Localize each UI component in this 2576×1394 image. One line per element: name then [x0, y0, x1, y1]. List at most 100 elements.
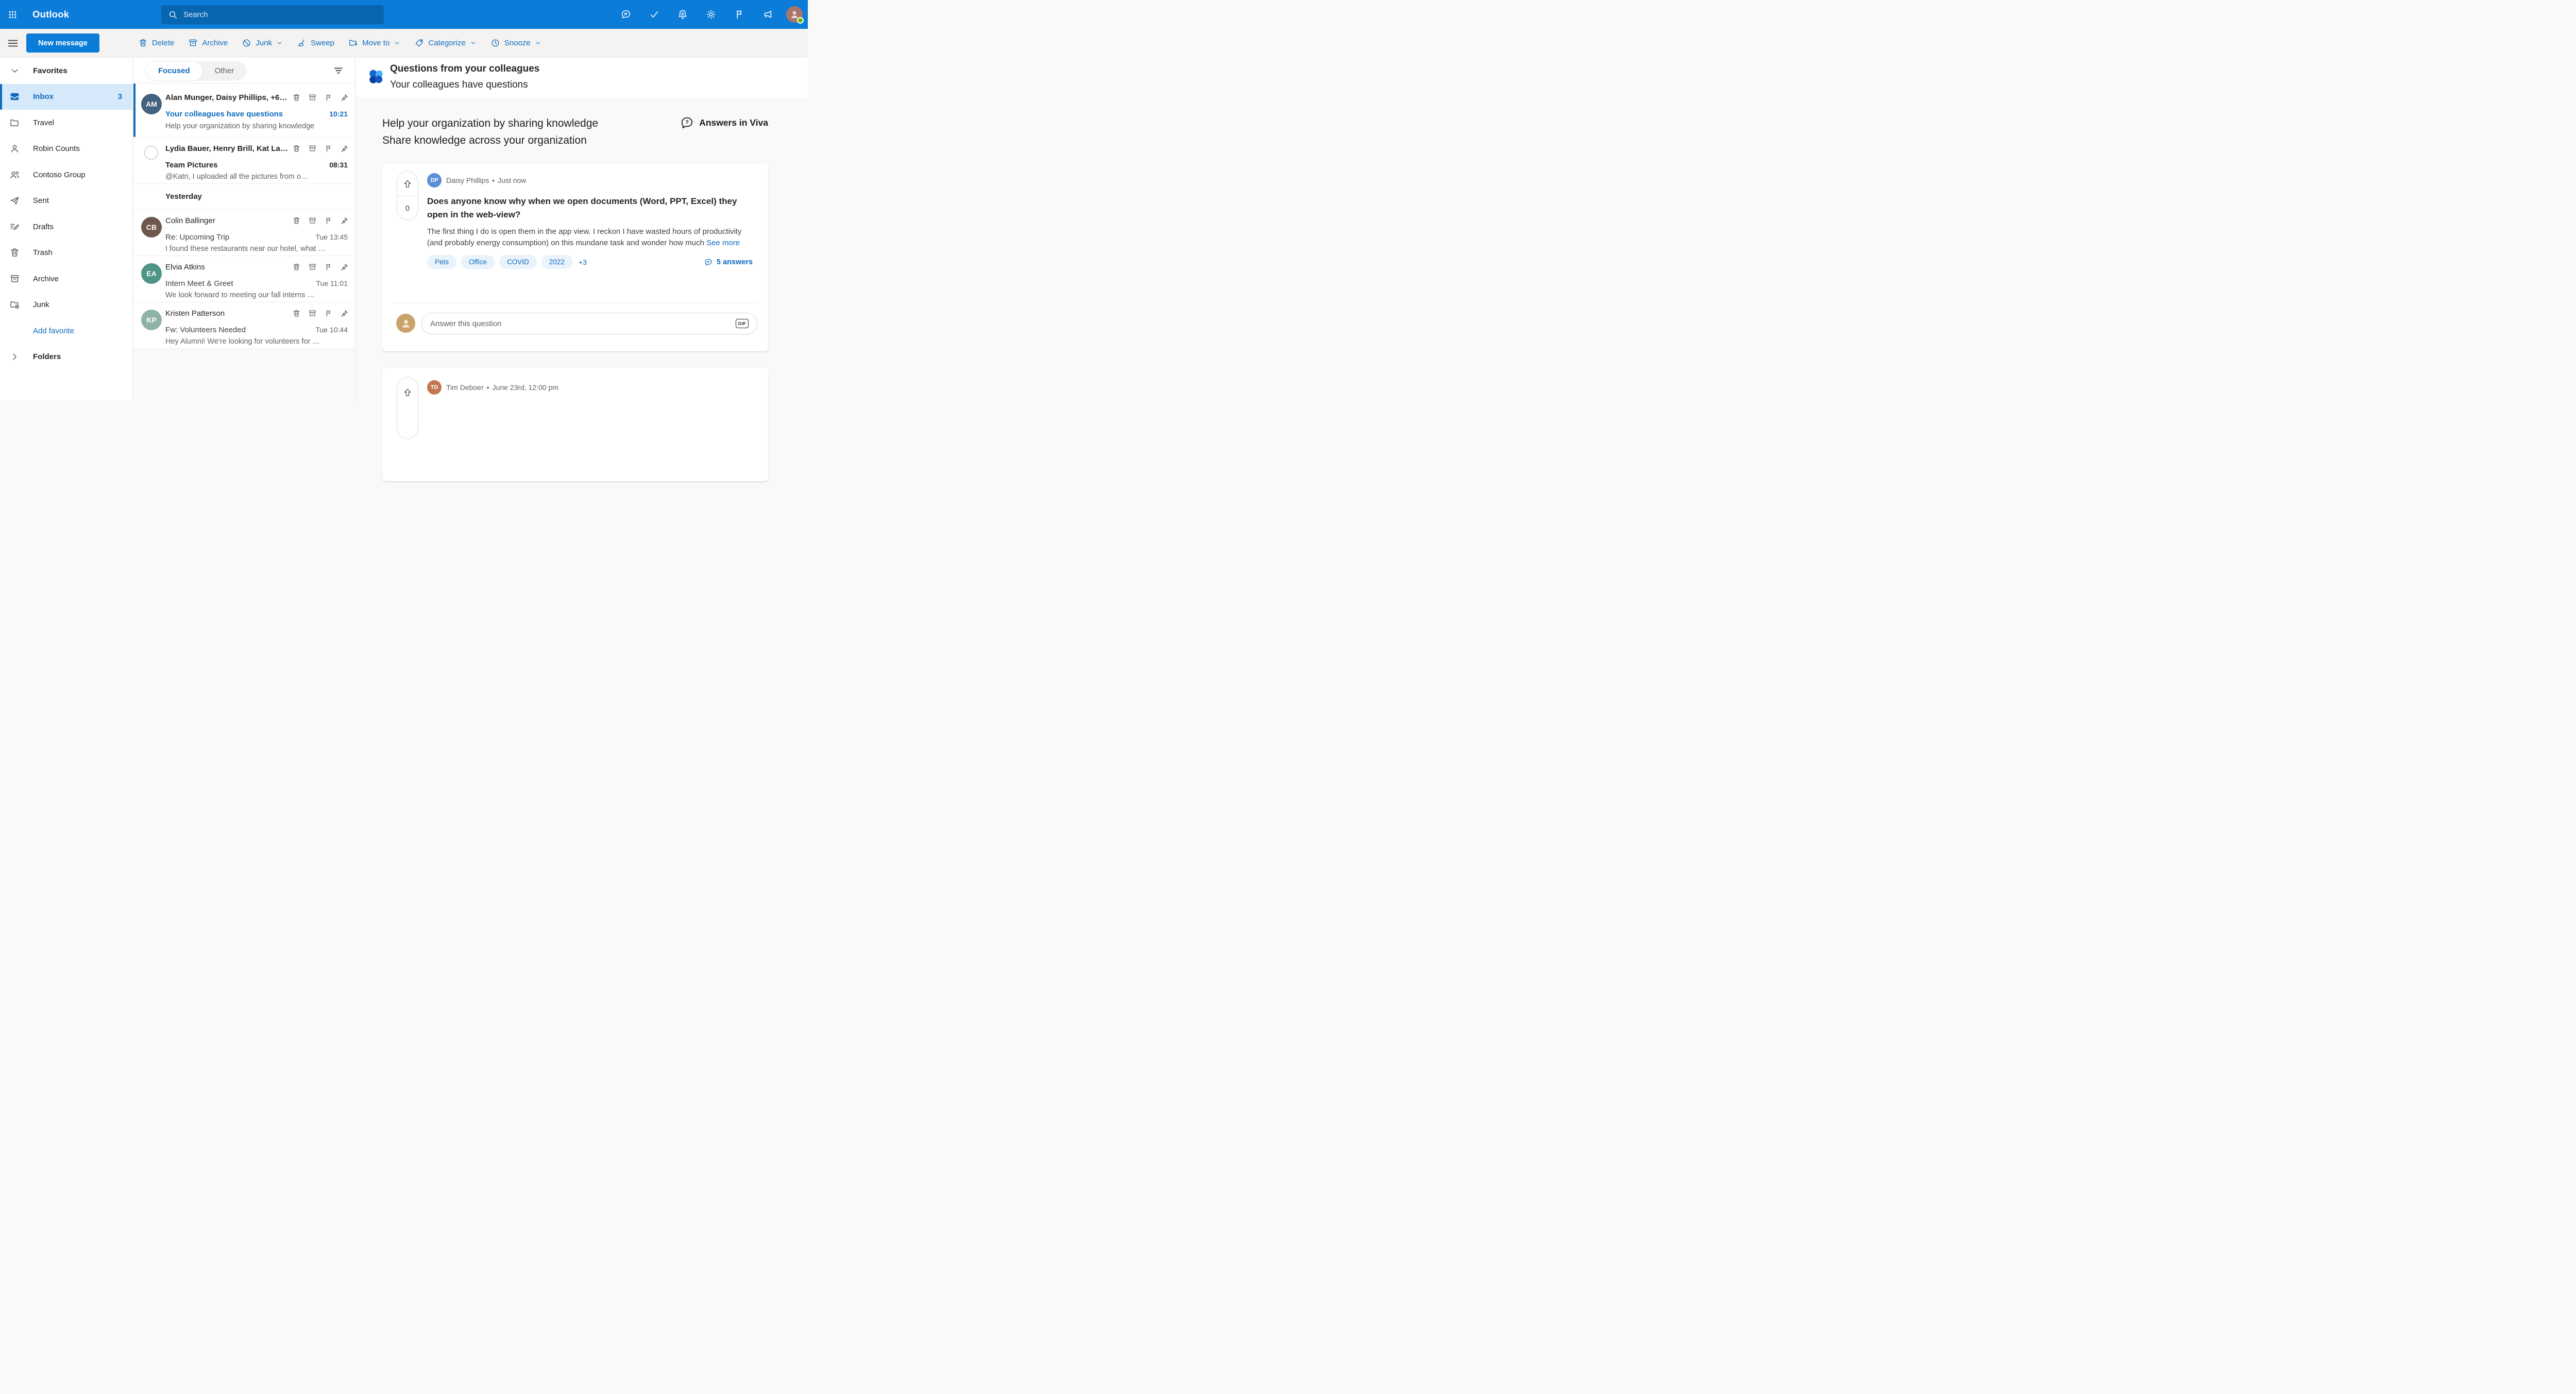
account-avatar[interactable]: [786, 6, 804, 24]
chevron-down-icon: [535, 40, 541, 46]
notifications-bell-icon[interactable]: 8: [673, 5, 692, 24]
answers-link[interactable]: 5 answers: [704, 258, 753, 267]
author-name[interactable]: Daisy Phillips: [446, 176, 489, 184]
sidebar-item-trash[interactable]: Trash: [0, 240, 132, 266]
chat-icon[interactable]: [616, 5, 636, 24]
top-bar-actions: 8: [616, 0, 804, 29]
filter-icon[interactable]: [332, 64, 345, 77]
archive-icon[interactable]: [308, 309, 317, 318]
folders-header[interactable]: Folders: [0, 344, 132, 370]
vote-control: 0: [397, 171, 418, 220]
email-rows: AM Alan Munger, Daisy Phillips, +6… Your…: [133, 83, 355, 349]
sidebar-item-travel[interactable]: Travel: [0, 110, 132, 136]
tag-pill[interactable]: 2022: [541, 255, 572, 269]
pin-icon[interactable]: [340, 93, 349, 102]
unread-count-badge: 3: [117, 92, 122, 101]
row-hover-actions: [292, 263, 349, 271]
answer-input[interactable]: [430, 319, 731, 328]
block-icon: [242, 38, 251, 48]
trash-icon[interactable]: [292, 144, 301, 153]
archive-button[interactable]: Archive: [188, 38, 228, 48]
see-more-link[interactable]: See more: [706, 239, 740, 247]
more-tags-link[interactable]: +3: [579, 258, 587, 266]
email-row[interactable]: EA Elvia Atkins Intern Meet & Greet Tue …: [133, 256, 355, 302]
trash-icon[interactable]: [292, 263, 301, 271]
flag-icon[interactable]: [324, 216, 333, 225]
gif-button[interactable]: GIF: [735, 319, 749, 328]
row-hover-actions: [292, 309, 349, 318]
author-name[interactable]: Tim Deboer: [446, 383, 484, 392]
trash-icon[interactable]: [292, 309, 301, 318]
question-title: Does anyone know why when we open docume…: [427, 196, 737, 219]
pin-icon[interactable]: [340, 309, 349, 318]
app-launcher-button[interactable]: [0, 0, 25, 29]
whats-new-megaphone-icon[interactable]: [758, 5, 777, 24]
drafts-icon: [9, 222, 20, 232]
sidebar-item-inbox[interactable]: Inbox 3: [0, 83, 132, 110]
tag-pill[interactable]: Office: [461, 255, 495, 269]
junk-folder-icon: [9, 299, 20, 310]
upvote-button[interactable]: [397, 378, 418, 407]
pin-icon[interactable]: [340, 216, 349, 225]
pin-icon[interactable]: [340, 263, 349, 271]
sidebar-item-archive[interactable]: Archive: [0, 266, 132, 292]
hamburger-menu-icon[interactable]: [6, 37, 20, 50]
pin-icon[interactable]: [340, 144, 349, 153]
flag-icon[interactable]: [324, 144, 333, 153]
email-row[interactable]: KP Kristen Patterson Fw: Volunteers Need…: [133, 302, 355, 349]
sidebar-item-contoso-group[interactable]: Contoso Group: [0, 162, 132, 188]
message-subtitle: Your colleagues have questions: [390, 79, 528, 90]
search-input[interactable]: [183, 10, 377, 19]
question-meta: Tim Deboer • June 23rd, 12:00 pm: [446, 383, 558, 392]
email-row[interactable]: AM Alan Munger, Daisy Phillips, +6… Your…: [133, 83, 355, 138]
avatar: [396, 314, 415, 333]
trash-icon[interactable]: [292, 216, 301, 225]
sidebar-item-sent[interactable]: Sent: [0, 188, 132, 214]
snooze-button[interactable]: Snooze: [490, 38, 541, 48]
search-bar[interactable]: [161, 5, 384, 24]
upvote-icon: [402, 179, 413, 189]
sweep-button[interactable]: Sweep: [297, 38, 334, 48]
presence-available-dot: [797, 17, 804, 24]
tab-other[interactable]: Other: [202, 61, 247, 80]
favorites-header[interactable]: Favorites: [0, 58, 132, 84]
sidebar-item-robin-counts[interactable]: Robin Counts: [0, 136, 132, 162]
tab-focused[interactable]: Focused: [146, 61, 202, 80]
answer-input-box[interactable]: GIF: [421, 313, 757, 334]
flag-icon[interactable]: [730, 5, 749, 24]
trash-icon[interactable]: [292, 93, 301, 102]
question-meta: Daisy Phillips • Just now: [446, 176, 527, 184]
sidebar-item-drafts[interactable]: Drafts: [0, 214, 132, 240]
question-time: June 23rd, 12:00 pm: [492, 383, 558, 392]
archive-icon[interactable]: [308, 144, 317, 153]
email-row[interactable]: CB Colin Ballinger Re: Upcoming Trip Tue…: [133, 210, 355, 256]
select-circle[interactable]: [144, 146, 158, 160]
row-hover-actions: [292, 93, 349, 102]
archive-icon[interactable]: [308, 216, 317, 225]
flag-icon[interactable]: [324, 263, 333, 271]
tag-pill[interactable]: Pets: [427, 255, 457, 269]
delete-button[interactable]: Delete: [138, 38, 174, 48]
archive-icon[interactable]: [308, 93, 317, 102]
move-folder-icon: [348, 38, 358, 48]
chevron-down-icon: [394, 40, 400, 46]
sweep-icon: [297, 38, 307, 48]
avatar: DP: [427, 173, 442, 188]
avatar: AM: [141, 94, 162, 114]
flag-icon[interactable]: [324, 309, 333, 318]
chevron-down-icon: [470, 40, 477, 46]
categorize-button[interactable]: Categorize: [414, 38, 477, 48]
tag-pill[interactable]: COVID: [499, 255, 537, 269]
upvote-button[interactable]: [397, 172, 418, 196]
add-favorite-link[interactable]: Add favorite: [0, 318, 132, 344]
new-message-button[interactable]: New message: [26, 33, 99, 53]
settings-gear-icon[interactable]: [701, 5, 721, 24]
email-row[interactable]: Lydia Bauer, Henry Brill, Kat La… Team P…: [133, 138, 355, 184]
move-to-button[interactable]: Move to: [348, 38, 400, 48]
junk-button[interactable]: Junk: [242, 38, 283, 48]
flag-icon[interactable]: [324, 93, 333, 102]
avatar: CB: [141, 217, 162, 237]
sidebar-item-junk[interactable]: Junk: [0, 292, 132, 318]
archive-icon[interactable]: [308, 263, 317, 271]
todo-check-icon[interactable]: [645, 5, 664, 24]
